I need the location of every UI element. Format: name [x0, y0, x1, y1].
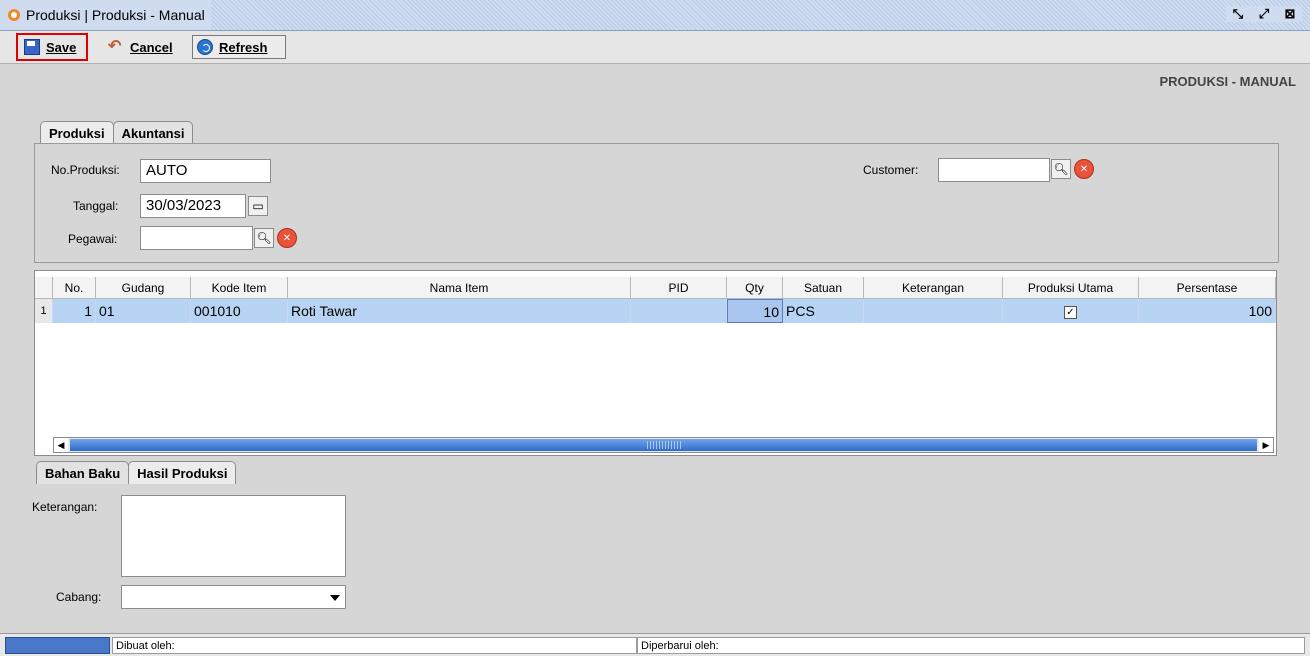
horizontal-scrollbar[interactable]: ◀ ▶: [53, 437, 1274, 453]
toolbar: Save ↶ Cancel Refresh: [0, 31, 1310, 64]
scroll-left-icon[interactable]: ◀: [54, 438, 68, 452]
calendar-icon: ▭: [252, 199, 264, 213]
col-persentase[interactable]: Persentase: [1139, 277, 1276, 299]
chevron-down-icon: [330, 595, 340, 601]
calendar-button[interactable]: ▭: [248, 196, 268, 216]
row-header-corner: [35, 277, 53, 299]
tab-akuntansi[interactable]: Akuntansi: [112, 121, 194, 144]
col-qty[interactable]: Qty: [727, 277, 783, 299]
col-pid[interactable]: PID: [631, 277, 727, 299]
customer-label: Customer:: [863, 163, 919, 177]
col-satuan[interactable]: Satuan: [783, 277, 864, 299]
window-title: Produksi | Produksi - Manual: [26, 7, 205, 23]
table-header: No. Gudang Kode Item Nama Item PID Qty S…: [35, 277, 1276, 299]
window-title-area: Produksi | Produksi - Manual: [0, 0, 211, 30]
customer-clear-button[interactable]: ✕: [1074, 159, 1094, 179]
cancel-label: Cancel: [130, 39, 173, 55]
scroll-right-icon[interactable]: ▶: [1259, 438, 1273, 452]
cancel-button[interactable]: ↶ Cancel: [108, 35, 182, 59]
customer-search-button[interactable]: 🔍︎: [1051, 159, 1071, 179]
cell-no[interactable]: 1: [53, 299, 96, 323]
clear-icon: ✕: [1079, 163, 1089, 175]
maximize-icon[interactable]: ⤢: [1256, 6, 1272, 22]
pegawai-search-button[interactable]: 🔍︎: [254, 228, 274, 248]
cell-gudang[interactable]: 01: [96, 299, 191, 323]
pegawai-field[interactable]: [140, 226, 253, 250]
title-bar: Produksi | Produksi - Manual ⤡ ⤢ ⊠: [0, 0, 1310, 31]
scroll-grip: [646, 441, 681, 449]
pegawai-clear-button[interactable]: ✕: [277, 228, 297, 248]
app-icon: [8, 9, 20, 21]
cell-keterangan[interactable]: [864, 299, 1003, 323]
no-produksi-field[interactable]: AUTO: [140, 159, 271, 183]
keterangan-label: Keterangan:: [32, 500, 98, 514]
tanggal-field[interactable]: 30/03/2023: [140, 194, 246, 218]
cabang-select[interactable]: [121, 585, 346, 609]
items-table[interactable]: No. Gudang Kode Item Nama Item PID Qty S…: [34, 270, 1277, 456]
col-nama-item[interactable]: Nama Item: [288, 277, 631, 299]
col-kode-item[interactable]: Kode Item: [191, 277, 288, 299]
refresh-label: Refresh: [219, 39, 268, 55]
tab-bahan-baku[interactable]: Bahan Baku: [36, 461, 130, 484]
undo-icon: ↶: [108, 38, 122, 55]
cell-qty[interactable]: 10: [727, 299, 783, 323]
cell-satuan[interactable]: PCS: [783, 299, 864, 323]
refresh-button[interactable]: Refresh: [192, 35, 286, 59]
cell-produksi-utama[interactable]: ✓: [1003, 299, 1139, 323]
col-gudang[interactable]: Gudang: [96, 277, 191, 299]
table-row[interactable]: 1 1 01 001010 Roti Tawar 10 PCS ✓ 100: [35, 299, 1276, 323]
col-produksi-utama[interactable]: Produksi Utama: [1003, 277, 1139, 299]
tanggal-label: Tanggal:: [73, 199, 119, 213]
floppy-disk-icon: [24, 39, 40, 55]
created-by-status: Dibuat oleh:: [112, 637, 637, 654]
search-icon: 🔍︎: [1053, 162, 1069, 176]
save-label: Save: [46, 39, 77, 55]
updated-by-status: Diperbarui oleh:: [637, 637, 1305, 654]
row-number: 1: [35, 299, 53, 323]
window-controls: ⤡ ⤢ ⊠: [1226, 6, 1302, 22]
status-indicator: [5, 637, 110, 654]
keterangan-textarea[interactable]: [121, 495, 346, 577]
top-tabs: Produksi Akuntansi: [40, 121, 194, 144]
search-icon: 🔍︎: [256, 231, 272, 245]
tab-hasil-produksi[interactable]: Hasil Produksi: [128, 461, 237, 484]
refresh-icon: [197, 39, 213, 55]
scroll-thumb[interactable]: [70, 439, 1257, 451]
save-button[interactable]: Save: [16, 33, 88, 61]
status-bar: Dibuat oleh: Diperbarui oleh:: [0, 633, 1310, 656]
produksi-utama-checkbox[interactable]: ✓: [1064, 305, 1077, 319]
bottom-tabs: Bahan Baku Hasil Produksi: [36, 461, 237, 484]
col-keterangan[interactable]: Keterangan: [864, 277, 1003, 299]
customer-field[interactable]: [938, 158, 1050, 182]
cell-pid[interactable]: [631, 299, 727, 323]
clear-icon: ✕: [282, 232, 292, 244]
restore-icon[interactable]: ⤡: [1230, 6, 1246, 22]
page-heading: PRODUKSI - MANUAL: [1159, 74, 1297, 89]
no-produksi-label: No.Produksi:: [51, 163, 120, 177]
cell-nama-item[interactable]: Roti Tawar: [288, 299, 631, 323]
tab-produksi[interactable]: Produksi: [40, 121, 114, 144]
cell-persentase[interactable]: 100: [1139, 299, 1276, 323]
pegawai-label: Pegawai:: [68, 232, 118, 246]
cabang-label: Cabang:: [56, 590, 102, 604]
cell-kode-item[interactable]: 001010: [191, 299, 288, 323]
close-icon[interactable]: ⊠: [1282, 6, 1298, 22]
col-no[interactable]: No.: [53, 277, 96, 299]
